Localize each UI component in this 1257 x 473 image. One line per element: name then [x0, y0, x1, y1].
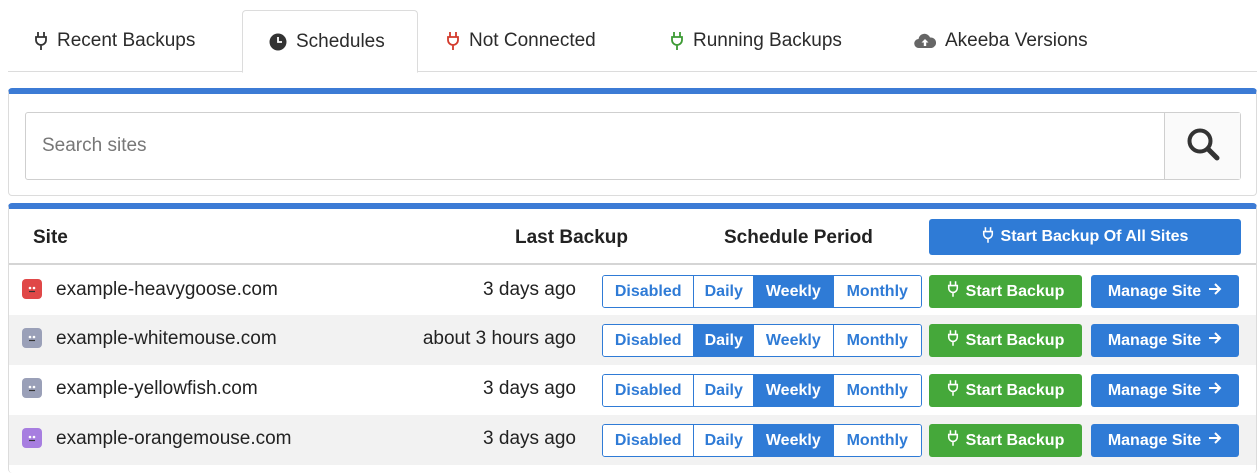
button-label: Start Backup [965, 381, 1065, 399]
tab-bar: Recent Backups Schedules Not Connected R… [8, 0, 1257, 73]
table-row: example-orangemouse.com 3 days ago Disab… [9, 415, 1256, 465]
button-label: Start Backup [965, 331, 1065, 349]
site-favicon-icon [22, 279, 42, 299]
site-name[interactable]: example-heavygoose.com [56, 279, 278, 301]
search-panel [8, 88, 1257, 196]
plug-icon [947, 379, 959, 402]
search-icon [1186, 127, 1220, 166]
start-backup-button[interactable]: Start Backup [929, 275, 1082, 308]
schedule-option-weekly[interactable]: Weekly [754, 276, 834, 307]
tab-label: Not Connected [469, 30, 596, 51]
site-favicon-icon [22, 428, 42, 448]
tab-label: Akeeba Versions [945, 30, 1088, 51]
arrow-right-icon [1208, 331, 1222, 350]
search-button[interactable] [1164, 113, 1240, 179]
column-header-schedule-period: Schedule Period [724, 227, 873, 248]
arrow-right-icon [1208, 431, 1222, 450]
button-label: Manage Site [1107, 431, 1202, 449]
table-row: example-heavygoose.com 3 days ago Disabl… [9, 266, 1256, 316]
site-name[interactable]: example-orangemouse.com [56, 428, 292, 450]
schedule-option-daily[interactable]: Daily [694, 325, 755, 356]
plug-icon [947, 329, 959, 352]
schedule-option-monthly[interactable]: Monthly [833, 276, 921, 307]
schedule-period-selector: Disabled Daily Weekly Monthly [602, 324, 922, 357]
tab-running-backups[interactable]: Running Backups [644, 10, 884, 72]
schedule-period-selector: Disabled Daily Weekly Monthly [602, 424, 922, 457]
plug-icon [947, 429, 959, 452]
schedule-option-daily[interactable]: Daily [694, 276, 755, 307]
schedule-period-selector: Disabled Daily Weekly Monthly [602, 374, 922, 407]
plug-icon [982, 226, 994, 249]
manage-site-button[interactable]: Manage Site [1091, 424, 1239, 457]
last-backup: 3 days ago [483, 378, 576, 399]
manage-site-button[interactable]: Manage Site [1091, 324, 1239, 357]
button-label: Start Backup [965, 431, 1065, 449]
tab-akeeba-versions[interactable]: Akeeba Versions [888, 10, 1118, 72]
schedule-option-monthly[interactable]: Monthly [833, 325, 921, 356]
site-name[interactable]: example-whitemouse.com [56, 328, 277, 350]
schedule-option-daily[interactable]: Daily [694, 375, 755, 406]
column-header-site: Site [33, 227, 68, 248]
button-label: Manage Site [1107, 381, 1202, 399]
schedule-option-disabled[interactable]: Disabled [603, 325, 695, 356]
button-label: Start Backup [965, 282, 1065, 300]
tab-label: Recent Backups [57, 30, 196, 51]
schedule-option-daily[interactable]: Daily [694, 425, 755, 456]
start-backup-button[interactable]: Start Backup [929, 424, 1082, 457]
arrow-right-icon [1208, 381, 1222, 400]
button-label: Manage Site [1107, 282, 1202, 300]
sites-table: Site Last Backup Schedule Period Start B… [8, 203, 1257, 473]
schedule-option-monthly[interactable]: Monthly [833, 375, 921, 406]
site-favicon-icon [22, 378, 42, 398]
table-row: example-whitemouse.com about 3 hours ago… [9, 315, 1256, 365]
start-backup-all-button[interactable]: Start Backup Of All Sites [929, 219, 1241, 255]
search-box [25, 112, 1241, 180]
last-backup: 3 days ago [483, 428, 576, 449]
schedule-option-disabled[interactable]: Disabled [603, 425, 695, 456]
schedule-option-disabled[interactable]: Disabled [603, 276, 695, 307]
plug-icon [947, 280, 959, 303]
plug-icon [670, 31, 684, 51]
tab-recent-backups[interactable]: Recent Backups [8, 10, 240, 72]
column-header-last-backup: Last Backup [515, 227, 628, 248]
plug-icon [446, 31, 460, 51]
start-backup-button[interactable]: Start Backup [929, 374, 1082, 407]
last-backup: 3 days ago [483, 279, 576, 300]
plug-icon [34, 31, 48, 51]
table-row: example-yellowfish.com 3 days ago Disabl… [9, 365, 1256, 415]
tab-label: Schedules [296, 30, 385, 52]
site-favicon-icon [22, 328, 42, 348]
last-backup: about 3 hours ago [422, 328, 576, 349]
search-input[interactable] [26, 113, 1164, 179]
schedule-option-monthly[interactable]: Monthly [833, 425, 921, 456]
button-label: Manage Site [1107, 331, 1202, 349]
schedule-option-disabled[interactable]: Disabled [603, 375, 695, 406]
schedule-option-weekly[interactable]: Weekly [754, 375, 834, 406]
arrow-right-icon [1208, 282, 1222, 301]
tab-label: Running Backups [693, 30, 842, 51]
tab-not-connected[interactable]: Not Connected [420, 10, 634, 72]
manage-site-button[interactable]: Manage Site [1091, 374, 1239, 407]
schedule-option-weekly[interactable]: Weekly [754, 425, 834, 456]
clock-icon [269, 33, 287, 51]
site-name[interactable]: example-yellowfish.com [56, 378, 258, 400]
button-label: Start Backup Of All Sites [1000, 228, 1189, 245]
tab-schedules[interactable]: Schedules [242, 10, 418, 73]
cloud-upload-icon [914, 33, 936, 49]
schedule-option-weekly[interactable]: Weekly [754, 325, 834, 356]
manage-site-button[interactable]: Manage Site [1091, 275, 1239, 308]
table-header: Site Last Backup Schedule Period Start B… [9, 209, 1256, 265]
start-backup-button[interactable]: Start Backup [929, 324, 1082, 357]
schedule-period-selector: Disabled Daily Weekly Monthly [602, 275, 922, 308]
